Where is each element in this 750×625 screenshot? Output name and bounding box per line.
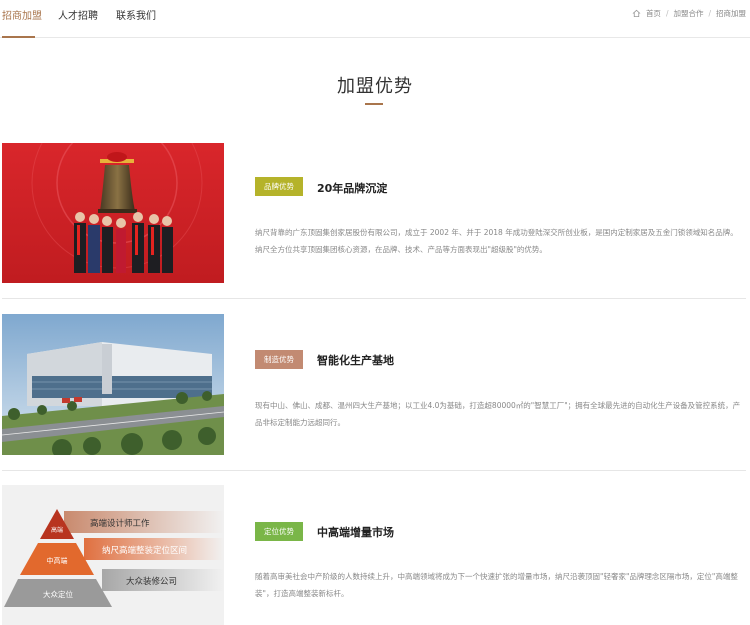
breadcrumb-separator: / — [708, 9, 711, 18]
page-title: 加盟优势 — [337, 76, 413, 97]
badge-positioning: 定位优势 — [255, 522, 303, 541]
tab-recruitment[interactable]: 人才招聘 — [58, 7, 98, 22]
breadcrumb-separator: / — [665, 9, 669, 18]
tab-contact[interactable]: 联系我们 — [116, 7, 156, 22]
section-desc-positioning: 随着高审美社会中产阶级的人数持续上升，中高端领域将成为下一个快速扩张的增量市场，… — [255, 572, 738, 598]
pyramid-label-high: 高端 — [51, 526, 63, 534]
section-desc-brand: 纳尺背靠的广东顶固集创家居股份有限公司，成立于 2002 年、并于 2018 年… — [255, 228, 738, 254]
pyramid-band-nachi: 纳尺高端整装定位区间 — [102, 545, 187, 556]
breadcrumb: 首页 / 加盟合作 / 招商加盟 — [632, 8, 746, 19]
breadcrumb-current[interactable]: 招商加盟 — [716, 8, 746, 19]
section-divider — [2, 298, 746, 299]
breadcrumb-cooperation[interactable]: 加盟合作 — [673, 8, 703, 19]
section-title-brand: 20年品牌沉淀 — [317, 182, 388, 195]
pyramid-band-designer: 高端设计师工作 — [90, 518, 150, 529]
section-title-positioning: 中高端增量市场 — [317, 526, 394, 539]
home-icon — [632, 9, 641, 18]
section-title-manufacturing: 智能化生产基地 — [317, 354, 394, 367]
market-pyramid-diagram: 高端 中高端 大众定位 高端设计师工作 纳尺高端整装定位区间 大众装修公司 — [2, 485, 224, 625]
badge-brand: 品牌优势 — [255, 177, 303, 196]
pyramid-label-mass: 大众定位 — [43, 589, 73, 599]
bell-ceremony-photo — [2, 143, 224, 283]
top-navigation: 招商加盟 人才招聘 联系我们 首页 / 加盟合作 / 招商加盟 — [0, 0, 750, 38]
breadcrumb-home[interactable]: 首页 — [646, 8, 661, 19]
title-underline — [365, 103, 383, 105]
tab-investment[interactable]: 招商加盟 — [2, 7, 42, 22]
pyramid-band-mass: 大众装修公司 — [126, 576, 177, 587]
active-tab-indicator — [2, 36, 35, 38]
section-desc-manufacturing: 现有中山、佛山、成都、温州四大生产基地；以工业4.0为基础，打造超80000㎡的… — [255, 401, 741, 427]
badge-manufacturing: 制造优势 — [255, 350, 303, 369]
factory-photo — [2, 314, 224, 455]
pyramid-label-mid-high: 中高端 — [47, 556, 68, 565]
section-divider — [2, 470, 746, 471]
